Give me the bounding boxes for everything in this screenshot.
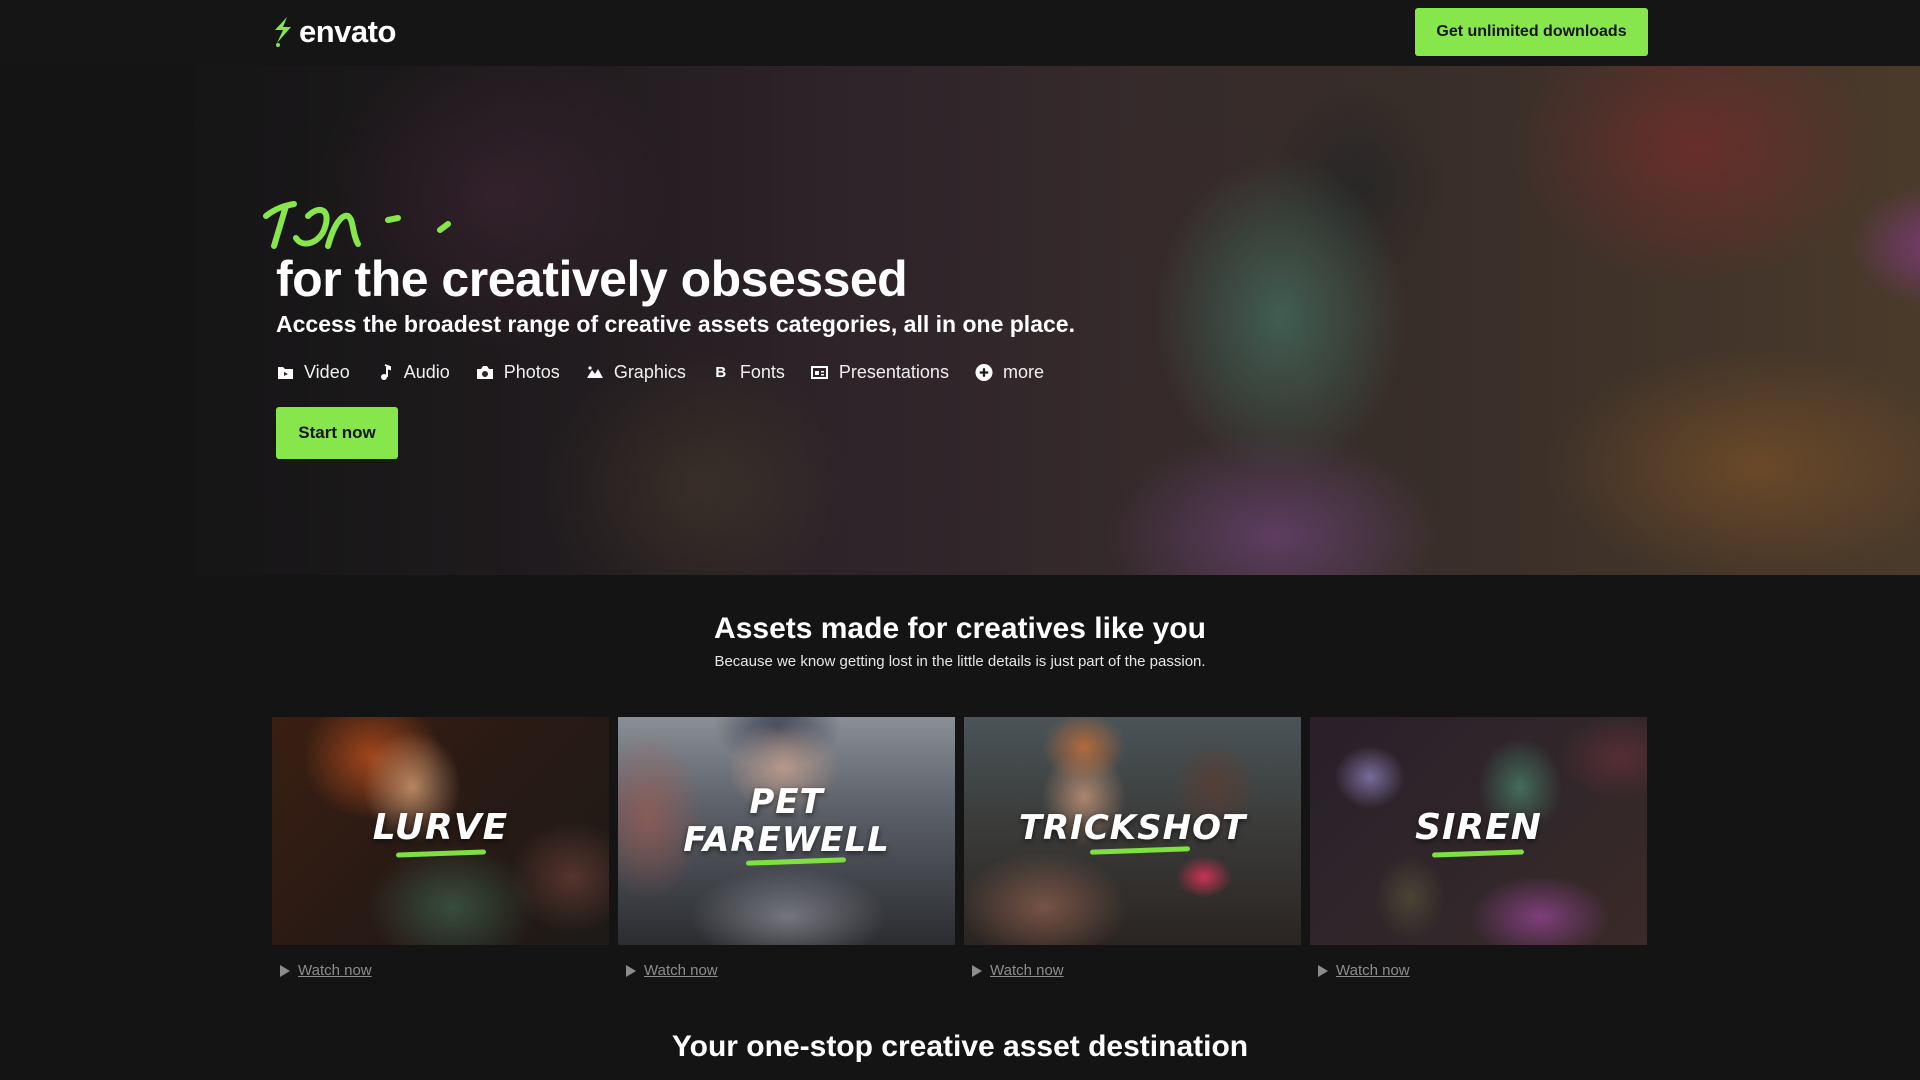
category-more[interactable]: more [975,362,1044,383]
get-unlimited-downloads-button[interactable]: Get unlimited downloads [1415,8,1648,56]
start-now-button[interactable]: Start now [276,407,398,459]
logo-text: envato [299,14,396,49]
plus-circle-icon [975,363,993,381]
title-underline [395,849,487,858]
assets-section-subtitle: Because we know getting lost in the litt… [714,653,1206,670]
title-underline [1431,849,1525,858]
play-icon [1318,964,1328,977]
watch-now-label: Watch now [298,962,372,979]
category-fonts[interactable]: B Fonts [712,361,785,383]
watch-now-link[interactable]: Watch now [278,962,372,979]
destination-section-title: Your one-stop creative asset destination [671,1030,1249,1063]
hero-content: for the creatively obsessed Access the b… [0,66,1920,575]
presentation-icon [811,363,829,381]
video-thumbnail[interactable]: PET FAREWELL [618,717,955,945]
mountain-image-icon [586,363,604,381]
category-presentations[interactable]: Presentations [811,362,949,383]
video-title: TRICKSHOT [964,809,1301,847]
page: envato Get unlimited downloads for the c… [0,0,1920,1080]
category-label: Photos [503,361,560,382]
category-label: Graphics [613,361,686,382]
assets-section-title: Assets made for creatives like you [714,612,1206,645]
camera-icon [476,363,494,381]
video-title-line: PET [749,782,824,822]
bold-b-icon: B [715,363,727,381]
category-label: more [1002,361,1044,382]
category-list: Video Audio Photos Graphics B Fonts Pres… [276,360,1044,384]
video-title: LURVE [272,809,609,847]
video-card: LURVE Watch now [272,717,609,987]
video-card: TRICKSHOT Watch now [964,717,1301,987]
category-photos[interactable]: Photos [476,362,560,383]
music-note-icon [376,363,394,381]
video-card: PET FAREWELL Watch now [618,717,955,987]
video-thumbnail[interactable]: LURVE [272,717,609,945]
play-icon [972,964,982,977]
watch-now-label: Watch now [990,962,1064,979]
video-title: PET FAREWELL [618,783,955,859]
video-folder-icon [276,363,294,381]
category-label: Presentations [838,361,949,382]
category-graphics[interactable]: Graphics [586,362,686,383]
category-label: Video [304,361,350,382]
watch-now-link[interactable]: Watch now [1316,962,1410,979]
video-title-line: TRICKSHOT [1018,808,1247,848]
video-card-grid: LURVE Watch now PET FAREWELL Watch now T… [272,717,1648,987]
hero-banner: for the creatively obsessed Access the b… [0,66,1920,575]
category-label: Audio [403,361,450,382]
watch-now-link[interactable]: Watch now [624,962,718,979]
site-header: envato Get unlimited downloads [0,0,1920,66]
category-video[interactable]: Video [276,362,350,383]
video-thumbnail[interactable]: TRICKSHOT [964,717,1301,945]
video-title: SIREN [1310,809,1647,847]
play-icon [626,964,636,977]
play-icon [280,964,290,977]
video-thumbnail[interactable]: SIREN [1310,717,1647,945]
hero-title: for the creatively obsessed [276,251,908,307]
video-title-line: FAREWELL [683,820,890,860]
video-title-line: SIREN [1415,807,1542,848]
video-card: SIREN Watch now [1310,717,1647,987]
category-label: Fonts [739,361,785,382]
watch-now-link[interactable]: Watch now [970,962,1064,979]
category-audio[interactable]: Audio [376,362,450,383]
hero-subtitle: Access the broadest range of creative as… [276,311,1075,337]
envato-leaf-icon [275,17,291,47]
watch-now-label: Watch now [644,962,718,979]
envato-logo[interactable]: envato [271,14,396,50]
video-title-line: LURVE [372,807,509,848]
watch-now-label: Watch now [1336,962,1410,979]
